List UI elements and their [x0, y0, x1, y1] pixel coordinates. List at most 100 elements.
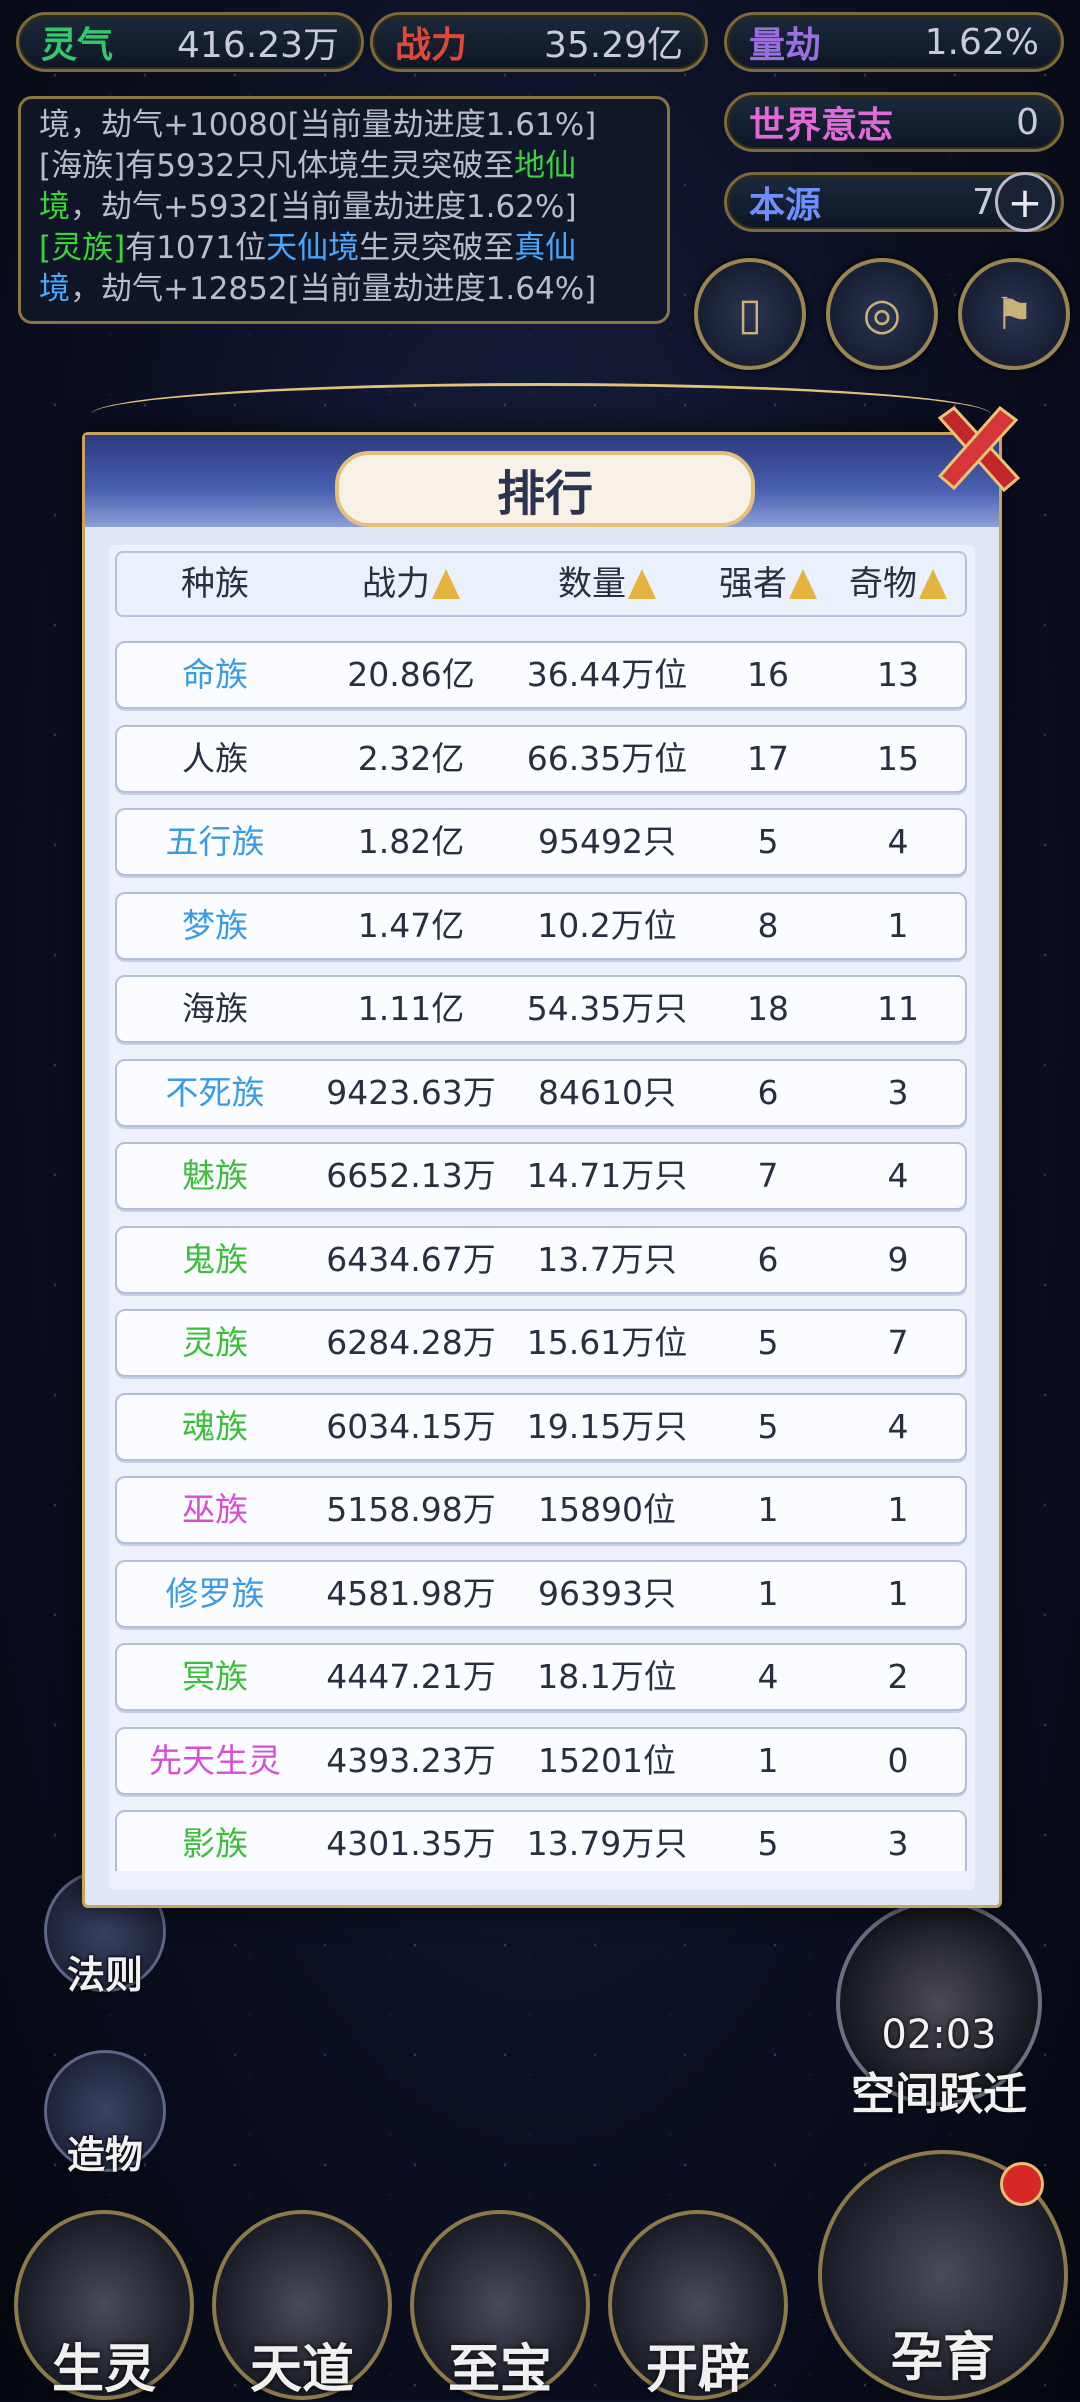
- header-strong-label: 强者: [719, 564, 787, 604]
- log-text: ，劫气+5932[当前量劫进度1.62%]: [70, 189, 577, 225]
- log-highlight: 天仙境: [266, 230, 360, 266]
- header-strong[interactable]: 强者: [705, 553, 831, 615]
- table-row[interactable]: 梦族 1.47亿 10.2万位 8 1: [115, 891, 967, 960]
- power-cell: 20.86亿: [347, 655, 475, 694]
- count-cell: 19.15万只: [526, 1406, 688, 1446]
- vortex-icon[interactable]: ◎: [826, 258, 938, 370]
- header-power[interactable]: 战力: [313, 553, 509, 615]
- count-cell: 14.71万只: [526, 1156, 688, 1195]
- benyuan-value: 7: [972, 181, 995, 223]
- nav-kaipi-label: 开辟: [645, 2340, 750, 2400]
- strong-cell: 17: [747, 738, 789, 778]
- add-benyuan-button[interactable]: +: [995, 172, 1055, 232]
- race-cell: 命族: [182, 655, 248, 694]
- count-cell: 15.61万位: [526, 1323, 688, 1362]
- race-cell: 不死族: [165, 1072, 265, 1112]
- nav-kaipi[interactable]: 开辟: [608, 2210, 788, 2400]
- race-cell: 修罗族: [165, 1573, 265, 1613]
- table-row[interactable]: 魂族 6034.15万 19.15万只 5 4: [115, 1392, 967, 1461]
- table-row[interactable]: 冥族 4447.21万 18.1万位 4 2: [115, 1643, 967, 1711]
- treasure-cell: 1: [887, 1490, 909, 1529]
- count-cell: 13.7万只: [537, 1239, 677, 1279]
- table-row[interactable]: 魅族 6652.13万 14.71万只 7 4: [115, 1142, 967, 1210]
- table-row[interactable]: 先天生灵 4393.23万 15201位 1 0: [115, 1726, 967, 1795]
- power-cell: 6034.15万: [326, 1406, 496, 1446]
- count-cell: 10.2万位: [537, 905, 677, 945]
- table-row[interactable]: 修罗族 4581.98万 96393只 1 1: [115, 1559, 967, 1628]
- header-count[interactable]: 数量: [509, 553, 705, 615]
- benyuan-label: 本源: [749, 185, 822, 226]
- flag-icon[interactable]: ⚑: [958, 258, 1070, 370]
- power-cell: 1.82亿: [357, 822, 465, 861]
- sort-icon[interactable]: [789, 569, 817, 599]
- nav-tiandao[interactable]: 天道: [212, 2210, 392, 2400]
- treasure-cell: 11: [877, 989, 919, 1028]
- log-line: [海族]有5932只凡体境生灵突破至地仙: [39, 146, 649, 187]
- log-text: ，劫气+12852[当前量劫进度1.64%]: [70, 271, 597, 307]
- log-text: [海族]有5932只凡体境生灵突破至: [39, 148, 515, 184]
- power-cell: 6434.67万: [326, 1239, 496, 1279]
- power-cell: 1.11亿: [357, 989, 465, 1028]
- strong-cell: 6: [757, 1072, 779, 1112]
- nav-zhibao[interactable]: 至宝: [410, 2210, 590, 2400]
- race-cell: 巫族: [182, 1490, 248, 1529]
- sort-icon[interactable]: [432, 569, 460, 599]
- race-cell: 冥族: [182, 1657, 248, 1696]
- nav-shengling[interactable]: 生灵: [14, 2210, 194, 2400]
- treasure-cell: 1: [887, 1573, 909, 1613]
- race-cell: 魅族: [182, 1156, 248, 1195]
- table-row[interactable]: 人族 2.32亿 66.35万位 17 15: [115, 724, 967, 793]
- table-row[interactable]: 不死族 9423.63万 84610只 6 3: [115, 1058, 967, 1127]
- log-line: 境，劫气+12852[当前量劫进度1.64%]: [39, 269, 649, 310]
- strong-cell: 6: [757, 1239, 779, 1279]
- race-cell: 先天生灵: [149, 1740, 281, 1780]
- resource-benyuan: 本源 7 +: [724, 172, 1064, 232]
- sort-icon[interactable]: [919, 569, 947, 599]
- nav-shengling-label: 生灵: [51, 2340, 156, 2400]
- count-cell: 66.35万位: [526, 738, 688, 778]
- treasure-cell: 3: [887, 1072, 909, 1112]
- treasure-cell: 1: [887, 905, 909, 945]
- close-icon[interactable]: [930, 400, 1026, 496]
- space-jump-timer: 02:03: [881, 2012, 997, 2058]
- ranking-list[interactable]: 命族 20.86亿 36.44万位 16 13 人族 2.32亿 66.35万位 17 15 五行族…: [115, 641, 967, 1871]
- log-text: 生灵突破至: [359, 230, 515, 266]
- lingqi-label: 灵气: [41, 25, 114, 66]
- log-highlight: [灵族]: [39, 230, 126, 266]
- table-row[interactable]: 五行族 1.82亿 95492只 5 4: [115, 808, 967, 876]
- table-row[interactable]: 命族 20.86亿 36.44万位 16 13: [115, 641, 967, 709]
- header-treasure-label: 奇物: [849, 564, 917, 604]
- zaowu-label: 造物: [66, 2133, 143, 2177]
- sort-icon[interactable]: [628, 569, 656, 599]
- resource-world-will: 世界意志 0: [724, 92, 1064, 152]
- race-cell: 海族: [182, 989, 248, 1028]
- count-cell: 96393只: [538, 1573, 676, 1613]
- log-highlight: 境: [39, 189, 70, 225]
- table-row[interactable]: 影族 4301.35万 13.79万只 5 3: [115, 1810, 967, 1871]
- race-cell: 鬼族: [182, 1239, 248, 1279]
- header-treasure[interactable]: 奇物: [831, 553, 965, 615]
- header-count-label: 数量: [558, 564, 626, 604]
- strong-cell: 4: [757, 1657, 779, 1696]
- scroll-icon[interactable]: ▯: [694, 258, 806, 370]
- strong-cell: 1: [757, 1740, 779, 1780]
- power-cell: 4447.21万: [326, 1657, 496, 1696]
- space-jump-button[interactable]: 02:03 空间跃迁: [836, 1900, 1042, 2120]
- strong-cell: 5: [757, 822, 779, 861]
- table-row[interactable]: 灵族 6284.28万 15.61万位 5 7: [115, 1309, 967, 1377]
- strong-cell: 8: [757, 905, 779, 945]
- count-cell: 15890位: [538, 1490, 676, 1529]
- zaowu-button[interactable]: 造物: [44, 2050, 166, 2177]
- table-row[interactable]: 巫族 5158.98万 15890位 1 1: [115, 1476, 967, 1544]
- strong-cell: 5: [757, 1323, 779, 1362]
- race-cell: 影族: [182, 1824, 248, 1863]
- liangjie-label: 量劫: [749, 25, 822, 66]
- treasure-cell: 13: [877, 655, 919, 694]
- table-row[interactable]: 鬼族 6434.67万 13.7万只 6 9: [115, 1225, 967, 1294]
- race-cell: 梦族: [182, 905, 248, 945]
- table-row[interactable]: 海族 1.11亿 54.35万只 18 11: [115, 975, 967, 1043]
- treasure-cell: 2: [887, 1657, 909, 1696]
- power-cell: 4581.98万: [326, 1573, 496, 1613]
- liangjie-value: 1.62%: [924, 21, 1039, 63]
- race-cell: 五行族: [165, 822, 265, 861]
